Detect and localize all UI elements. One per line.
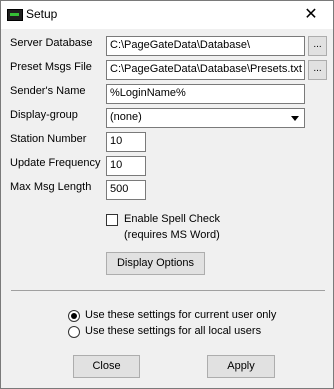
- apply-button[interactable]: Apply: [207, 355, 275, 378]
- display-group-value: (none): [110, 111, 142, 123]
- close-window-button[interactable]: ✕: [289, 1, 333, 29]
- spell-check-checkbox[interactable]: [106, 214, 118, 226]
- display-group-select[interactable]: (none): [106, 108, 305, 128]
- setup-window: Setup ✕ Server Database C:\PageGateData\…: [0, 0, 334, 389]
- spell-check-note: (requires MS Word): [124, 229, 220, 241]
- senders-name-input[interactable]: %LoginName%: [106, 84, 305, 104]
- server-database-input[interactable]: C:\PageGateData\Database\: [106, 36, 305, 56]
- update-frequency-input[interactable]: 10: [106, 156, 146, 176]
- preset-msgs-file-browse-button[interactable]: ...: [308, 60, 327, 80]
- max-msg-length-input[interactable]: 500: [106, 180, 146, 200]
- preset-msgs-file-input[interactable]: C:\PageGateData\Database\Presets.txt: [106, 60, 305, 80]
- radio-all-users[interactable]: [68, 326, 80, 338]
- server-database-label: Server Database: [10, 37, 93, 49]
- radio-current-user-label[interactable]: Use these settings for current user only: [85, 309, 276, 321]
- max-msg-length-label: Max Msg Length: [10, 181, 92, 193]
- display-group-label: Display-group: [10, 109, 78, 121]
- update-frequency-label: Update Frequency: [10, 157, 101, 169]
- senders-name-label: Sender's Name: [10, 85, 86, 97]
- station-number-input[interactable]: 10: [106, 132, 146, 152]
- close-button[interactable]: Close: [73, 355, 140, 378]
- title-bar: Setup ✕: [1, 1, 333, 29]
- server-database-browse-button[interactable]: ...: [308, 36, 327, 56]
- radio-current-user[interactable]: [68, 310, 80, 322]
- radio-all-users-label[interactable]: Use these settings for all local users: [85, 325, 261, 337]
- preset-msgs-file-label: Preset Msgs File: [10, 61, 92, 73]
- app-icon: [7, 9, 23, 21]
- station-number-label: Station Number: [10, 133, 87, 145]
- window-title: Setup: [26, 7, 58, 21]
- spell-check-label: Enable Spell Check: [124, 213, 221, 225]
- display-options-button[interactable]: Display Options: [106, 252, 205, 275]
- divider: [11, 290, 325, 291]
- chevron-down-icon[interactable]: [286, 109, 304, 127]
